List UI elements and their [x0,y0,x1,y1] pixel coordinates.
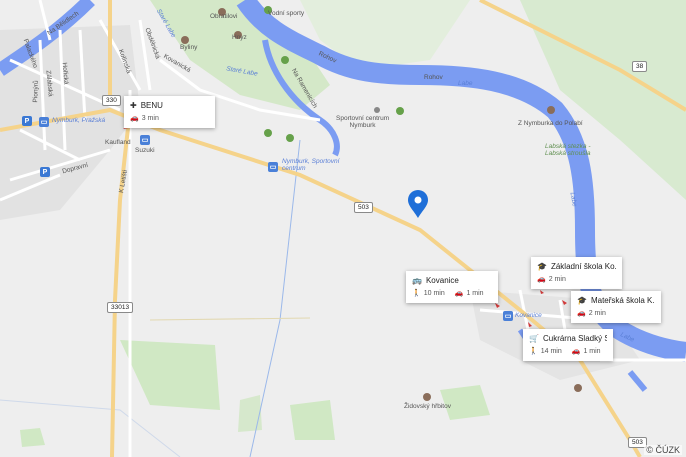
school-icon: 🎓 [537,262,547,271]
car-time: 1 min [583,347,601,355]
shop-icon: 🛒 [529,334,539,343]
road-shield: 503 [354,202,373,213]
stop-label: Nymburk, Pražská [52,117,106,124]
bus-stop-icon: ▭ [503,311,513,321]
map-canvas[interactable] [0,0,686,457]
poi-popup[interactable]: 🚌 Kovanice 🚶 10 min 🚗 1 min [406,271,498,303]
bus-stop-icon: ▭ [268,162,278,172]
parking-icon: P [22,116,32,126]
car-icon: 🚗 [130,115,139,122]
poi-title: Základní škola Ko... [550,262,616,271]
walk-time: 14 min [540,347,562,355]
place-label: Židovský hřbitov [404,403,451,410]
road-shield: 33013 [107,302,134,313]
walk-icon: 🚶 [529,348,538,355]
walk-icon: 🚶 [412,290,421,297]
water-label: Labe [458,80,473,87]
stop-label: Kovanice [515,312,542,319]
car-time: 1 min [466,289,484,297]
place-label: Z Nymburka do Polabí [518,120,583,127]
car-icon: 🚗 [571,348,581,355]
road-shield: 38 [632,61,648,72]
place-label: Sportovní centrum Nymburk [336,115,390,129]
poi-popup[interactable]: 🎓 Základní škola Ko... 🚗 2 min [531,257,622,289]
poi-title: Cukrárna Sladký S... [542,334,607,343]
poi-title: BENU [140,101,163,110]
road-shield: 330 [102,95,121,106]
walk-time: 10 min [423,289,445,297]
bus-stop-icon: ▭ [140,135,150,145]
stop-label: Nymburk, Sportovní centrum [282,158,340,172]
place-label: Vodní sporty [268,10,305,17]
street-label: Rohov [424,74,443,81]
parking-icon: P [40,167,50,177]
street-label: Pionýrů [32,80,40,103]
place-label: Hnyz [232,34,247,41]
place-label: Obratilovi [210,13,238,20]
poi-title: Mateřská škola K... [590,296,655,305]
poi-popup[interactable]: ✚ BENU 🚗 3 min [124,96,215,128]
copyright-text: © ČÚZK [644,445,682,455]
bus-icon: 🚌 [412,276,422,285]
school-icon: 🎓 [577,296,587,305]
car-icon: 🚗 [454,290,464,297]
car-time: 2 min [588,309,606,317]
car-icon: 🚗 [537,276,546,283]
car-time: 2 min [548,275,566,283]
poi-title: Kovanice [425,276,459,285]
pharmacy-icon: ✚ [130,101,137,110]
poi-popup[interactable]: 🎓 Mateřská škola K... 🚗 2 min [571,291,661,323]
place-label: Byliny [180,44,198,51]
place-label: Suzuki [135,147,155,154]
car-time: 3 min [141,114,159,122]
poi-popup[interactable]: 🛒Cukrárna Sladký S... 🚶14 min 🚗1 min [523,329,613,361]
car-icon: 🚗 [577,310,586,317]
green-patch-2 [290,400,335,440]
green-patch-4 [238,395,262,432]
place-label: Kaufland [105,139,131,146]
bus-stop-icon: ▭ [39,117,49,127]
trail-label: Labská stezka - Labská stroušla [545,143,591,157]
